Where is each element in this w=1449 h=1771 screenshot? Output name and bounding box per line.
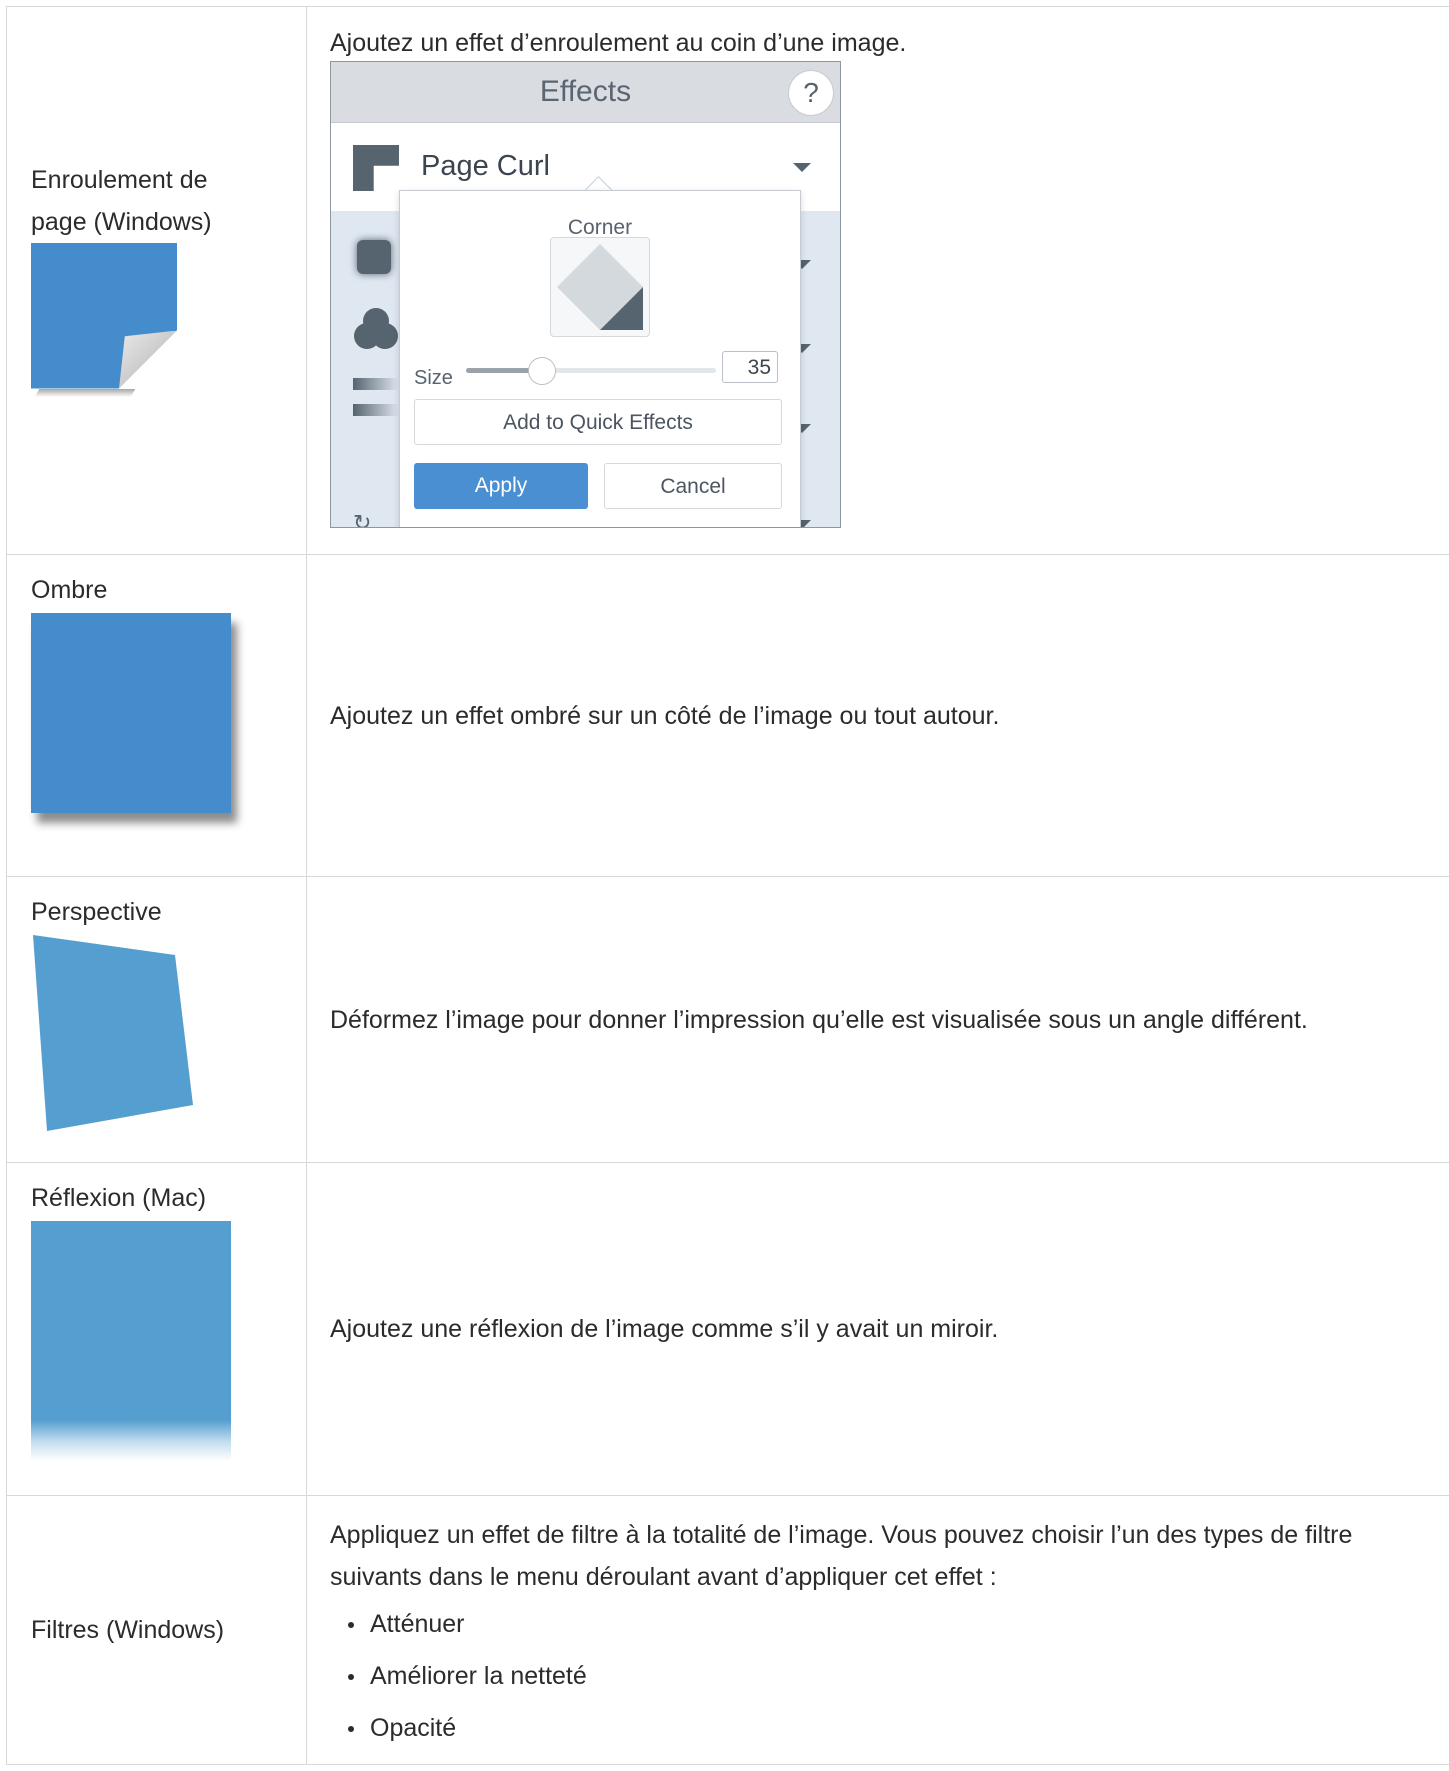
page-curl-thumbnail (31, 242, 181, 403)
effect-description-cell: Appliquez un effet de filtre à la totali… (306, 1495, 1449, 1765)
perspective-thumbnail (31, 933, 306, 1133)
shadow-thumbnail (31, 613, 231, 813)
size-label: Size (414, 367, 453, 389)
effect-name: Perspective (31, 898, 162, 926)
effect-description-cell: Ajoutez un effet ombré sur un côté de l’… (306, 554, 1449, 877)
size-slider-handle[interactable] (528, 357, 556, 385)
effect-name: Filtres (Windows) (31, 1616, 225, 1644)
effect-description-cell: Déformez l’image pour donner l’impressio… (306, 876, 1449, 1163)
effect-description: Ajoutez un effet d’enroulement au coin d… (330, 29, 907, 57)
help-icon[interactable]: ? (788, 70, 834, 116)
table-row: Enroulement de page (Windows) Ajoutez un… (6, 6, 1449, 555)
effect-name: Enroulement de page (Windows) (31, 165, 212, 236)
effect-name: Réflexion (Mac) (31, 1184, 207, 1212)
effects-table: Enroulement de page (Windows) Ajoutez un… (6, 6, 1449, 1765)
effect-description-cell: Ajoutez un effet d’enroulement au coin d… (306, 6, 1449, 555)
effect-name-cell: Ombre (6, 554, 307, 877)
size-input[interactable]: 35 (722, 351, 778, 383)
list-item: Opacité (348, 1702, 1449, 1754)
table-row: Réflexion (Mac) Ajoutez une réflexion de… (6, 1162, 1449, 1496)
filter-types-list: Atténuer Améliorer la netteté Opacité (330, 1598, 1449, 1754)
effect-name: Ombre (31, 576, 108, 604)
table-row: Perspective Déformez l’image pour donner… (6, 876, 1449, 1163)
shadow-effect-icon (357, 240, 391, 274)
chevron-down-icon[interactable] (793, 163, 811, 172)
effect-selector-label: Page Curl (421, 150, 550, 182)
effect-name-cell: Enroulement de page (Windows) (6, 6, 307, 555)
effect-description-cell: Ajoutez une réflexion de l’image comme s… (306, 1162, 1449, 1496)
table-row: Ombre Ajoutez un effet ombré sur un côté… (6, 554, 1449, 877)
effect-name-cell: Réflexion (Mac) (6, 1162, 307, 1496)
list-item: Améliorer la netteté (348, 1650, 1449, 1702)
reflection-thumbnail (31, 1221, 231, 1461)
effect-name-cell: Filtres (Windows) (6, 1495, 307, 1765)
apply-button[interactable]: Apply (414, 463, 588, 509)
table-row: Filtres (Windows) Appliquez un effet de … (6, 1495, 1449, 1765)
corner-selector[interactable] (550, 237, 650, 337)
page-curl-icon (353, 145, 399, 191)
list-item: Atténuer (348, 1598, 1449, 1650)
page-curl-popover: Corner Size 35 Add to Quick Effects Appl… (399, 190, 801, 527)
cancel-button[interactable]: Cancel (604, 463, 782, 509)
effect-description: Ajoutez une réflexion de l’image comme s… (330, 1315, 999, 1343)
gradient-effect-icon (353, 378, 399, 433)
effect-description: Appliquez un effet de filtre à la totali… (330, 1521, 1353, 1591)
effect-name-cell: Perspective (6, 876, 307, 1163)
rotate-effect-icon: ↻ (353, 510, 372, 528)
effect-description: Ajoutez un effet ombré sur un côté de l’… (330, 701, 1000, 730)
effects-panel-screenshot: Effects ? Page Curl ↻ Corner Size 35 Add… (330, 61, 841, 528)
add-to-quick-effects-button[interactable]: Add to Quick Effects (414, 399, 782, 445)
effects-panel-title: Effects (331, 62, 840, 123)
effect-description: Déformez l’image pour donner l’impressio… (330, 1005, 1308, 1034)
corner-diamond-icon (557, 244, 643, 330)
color-effects-icon (353, 306, 399, 365)
